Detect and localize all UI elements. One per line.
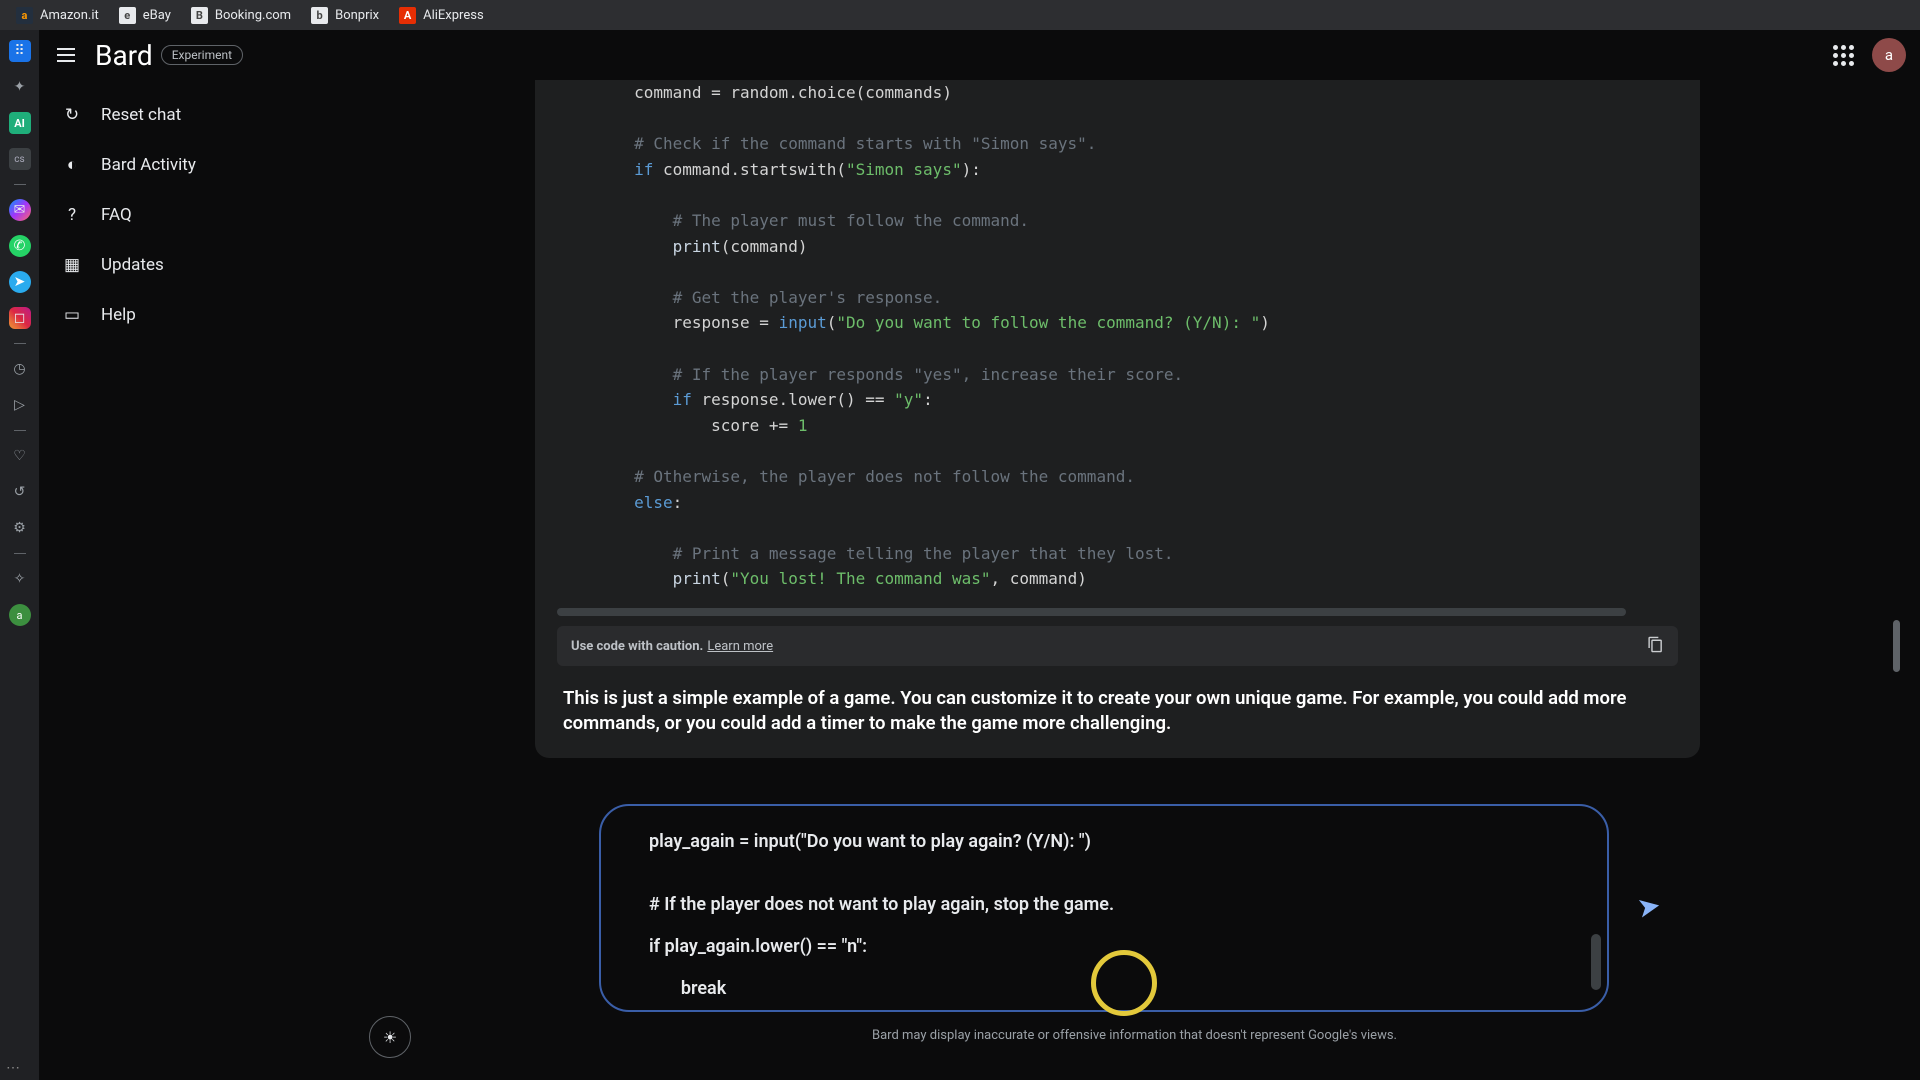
copy-code-button[interactable] xyxy=(1647,636,1664,657)
code-caution-bar: Use code with caution. Learn more xyxy=(557,626,1678,666)
reset-icon: ↻ xyxy=(61,104,83,126)
favicon-icon: a xyxy=(16,7,33,24)
app-icon[interactable]: cs xyxy=(9,148,31,170)
messenger-icon[interactable]: ✉ xyxy=(9,199,31,221)
apps-grid-icon[interactable] xyxy=(1833,45,1854,66)
bookmark-label: Booking.com xyxy=(215,8,291,23)
caution-text: Use code with caution. xyxy=(571,639,703,654)
nav-faq[interactable]: ? FAQ xyxy=(39,190,349,240)
bookmark-label: Bonprix xyxy=(335,8,379,23)
play-icon[interactable]: ▷ xyxy=(9,394,31,416)
divider xyxy=(14,553,26,554)
nav-updates[interactable]: ▦ Updates xyxy=(39,240,349,290)
nav-label: Updates xyxy=(101,255,164,275)
heart-icon[interactable]: ♡ xyxy=(9,445,31,467)
nav-activity[interactable]: ◐ Bard Activity xyxy=(39,140,349,190)
nav-label: Help xyxy=(101,305,136,325)
sun-icon: ☀ xyxy=(383,1028,397,1047)
whatsapp-icon[interactable]: ✆ xyxy=(9,235,31,257)
telegram-icon[interactable]: ➤ xyxy=(9,271,31,293)
bookmark-ebay[interactable]: e eBay xyxy=(111,3,179,28)
favicon-icon: B xyxy=(191,7,208,24)
help-circle-icon: ? xyxy=(61,204,83,226)
sparkle-icon[interactable]: ✧ xyxy=(9,568,31,590)
chat-icon: ▭ xyxy=(61,304,83,326)
bookmarks-bar: a Amazon.it e eBay B Booking.com b Bonpr… xyxy=(0,0,1920,30)
clock-icon[interactable]: ◷ xyxy=(9,358,31,380)
app-icon[interactable]: AI xyxy=(9,112,31,134)
divider xyxy=(14,430,26,431)
app: Bard Experiment a ↻ Reset chat ◐ Bard Ac… xyxy=(39,30,1920,1080)
brand-title: Bard xyxy=(95,39,153,72)
more-icon[interactable]: ⋯ xyxy=(6,1060,22,1076)
os-sidebar: ⠿ ✦ AI cs ✉ ✆ ➤ ◻ ◷ ▷ ♡ ↺ ⚙ ✧ a ⋯ xyxy=(0,30,39,1080)
experiment-badge: Experiment xyxy=(161,45,243,65)
history-icon[interactable]: ↺ xyxy=(9,481,31,503)
bookmark-amazon[interactable]: a Amazon.it xyxy=(8,3,107,28)
dots-grid-icon[interactable]: ⠿ xyxy=(9,40,31,62)
response-summary: This is just a simple example of a game.… xyxy=(535,666,1700,740)
bookmark-label: Amazon.it xyxy=(40,8,99,23)
prompt-input[interactable]: play_again = input("Do you want to play … xyxy=(599,804,1609,1012)
bookmark-booking[interactable]: B Booking.com xyxy=(183,3,299,28)
menu-button[interactable] xyxy=(53,41,81,69)
avatar-icon[interactable]: a xyxy=(9,604,31,626)
theme-toggle-button[interactable]: ☀ xyxy=(369,1016,411,1058)
nav-reset-chat[interactable]: ↻ Reset chat xyxy=(39,90,349,140)
favicon-icon: e xyxy=(119,7,136,24)
favicon-icon: b xyxy=(311,7,328,24)
instagram-icon[interactable]: ◻ xyxy=(9,307,31,329)
side-nav: ↻ Reset chat ◐ Bard Activity ? FAQ ▦ Upd… xyxy=(39,80,349,1080)
learn-more-link[interactable]: Learn more xyxy=(707,639,773,654)
nav-label: Bard Activity xyxy=(101,155,196,175)
calendar-icon: ▦ xyxy=(61,254,83,276)
app-header: Bard Experiment a xyxy=(39,30,1920,80)
send-button[interactable]: ➤ xyxy=(1634,888,1663,925)
bookmark-bonprix[interactable]: b Bonprix xyxy=(303,3,387,28)
nav-label: Reset chat xyxy=(101,105,181,125)
gear-icon[interactable]: ⚙ xyxy=(9,517,31,539)
divider xyxy=(14,343,26,344)
activity-icon: ◐ xyxy=(61,154,83,176)
divider xyxy=(14,184,26,185)
prompt-content[interactable]: play_again = input("Do you want to play … xyxy=(623,820,1585,996)
app-icon[interactable]: ✦ xyxy=(9,76,31,98)
nav-help[interactable]: ▭ Help xyxy=(39,290,349,340)
prompt-vertical-scrollbar[interactable] xyxy=(1591,934,1601,990)
user-avatar[interactable]: a xyxy=(1872,38,1906,72)
code-block[interactable]: command = random.choice(commands) # Chec… xyxy=(535,80,1700,616)
bookmark-label: eBay xyxy=(143,8,171,23)
response-card: command = random.choice(commands) # Chec… xyxy=(535,80,1700,758)
code-horizontal-scrollbar[interactable] xyxy=(557,608,1626,616)
bookmark-label: AliExpress xyxy=(423,8,484,23)
bookmark-aliexpress[interactable]: A AliExpress xyxy=(391,3,492,28)
disclaimer-text: Bard may display inaccurate or offensive… xyxy=(349,1028,1920,1043)
main-column: command = random.choice(commands) # Chec… xyxy=(349,80,1920,1080)
page-vertical-scrollbar[interactable] xyxy=(1893,620,1900,672)
nav-label: FAQ xyxy=(101,205,132,225)
favicon-icon: A xyxy=(399,7,416,24)
